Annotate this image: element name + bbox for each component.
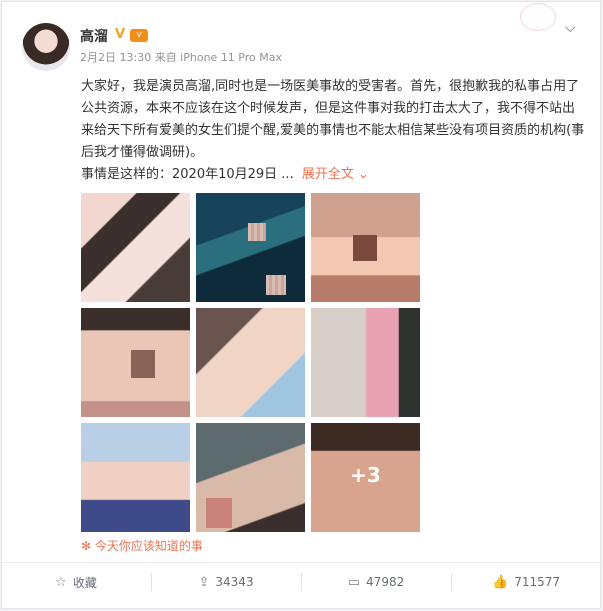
expand-link[interactable]: 展开全文 ⌄ — [302, 167, 369, 182]
favorite-label: 收藏 — [72, 575, 97, 590]
more-photos-count: +3 — [350, 463, 381, 487]
comment-button[interactable]: ▭ 47982 — [301, 563, 451, 601]
photo-thumb[interactable] — [311, 193, 420, 302]
topic-link[interactable]: ✻ 今天你应该知道的事 — [81, 537, 203, 554]
photo-grid: +3 — [81, 193, 420, 532]
post-meta[interactable]: 2月2日 13:30 来自 iPhone 11 Pro Max — [80, 49, 282, 65]
mosaic-blur — [248, 223, 266, 241]
like-count: 711577 — [514, 575, 560, 589]
like-button[interactable]: 👍 711577 — [451, 563, 601, 601]
photo-thumb[interactable] — [196, 193, 305, 302]
flower-icon: ✻ — [81, 539, 92, 553]
avatar[interactable] — [22, 23, 70, 71]
action-bar: ☆ 收藏 ⇪ 34343 ▭ 47982 👍 711577 — [1, 562, 601, 601]
comment-icon: ▭ — [347, 574, 361, 590]
photo-thumb[interactable]: +3 — [311, 423, 420, 532]
photo-thumb[interactable] — [81, 193, 190, 302]
post-tail: 事情是这样的：2020年10月29日 ... — [81, 167, 294, 182]
chevron-down-icon: ⌄ — [358, 167, 369, 182]
mosaic-blur — [206, 498, 232, 528]
photo-thumb[interactable] — [81, 308, 190, 417]
photo-thumb[interactable] — [81, 423, 190, 532]
username[interactable]: 高溜 — [80, 26, 108, 46]
forward-count: 34343 — [215, 575, 254, 589]
comment-count: 47982 — [366, 575, 405, 589]
mosaic-blur — [353, 235, 377, 261]
star-icon: ☆ — [55, 574, 67, 590]
verified-icon: V — [115, 27, 126, 42]
photo-thumb[interactable] — [311, 308, 420, 417]
chevron-down-icon[interactable]: ⌵ — [565, 20, 576, 36]
post-body: 大家好，我是演员高溜,同时也是一场医美事故的受害者。首先，很抱歉我的私事占用了公… — [81, 79, 585, 160]
share-icon: ⇪ — [198, 574, 210, 590]
vip-badge: v — [130, 29, 148, 42]
thumbs-up-icon: 👍 — [492, 574, 509, 590]
photo-thumb[interactable] — [196, 308, 305, 417]
watermark-stamp — [520, 3, 556, 31]
mosaic-blur — [131, 350, 155, 378]
forward-button[interactable]: ⇪ 34343 — [151, 563, 301, 601]
favorite-button[interactable]: ☆ 收藏 — [1, 563, 151, 601]
post-text: 大家好，我是演员高溜,同时也是一场医美事故的受害者。首先，很抱歉我的私事占用了公… — [81, 76, 586, 186]
mosaic-blur — [266, 275, 286, 295]
photo-thumb[interactable] — [196, 423, 305, 532]
